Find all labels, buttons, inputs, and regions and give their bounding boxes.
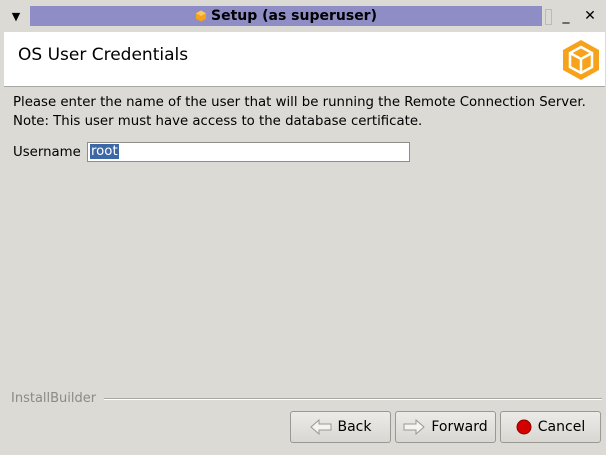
window-title: Setup (as superuser)	[210, 8, 377, 24]
installbuilder-label: InstallBuilder	[11, 391, 100, 406]
username-input[interactable]: root	[87, 142, 410, 162]
app-icon	[195, 10, 206, 22]
page-title: OS User Credentials	[18, 45, 189, 65]
instruction-note: Note: This user must have access to the …	[13, 114, 423, 129]
desktop-edge	[606, 0, 612, 455]
restore-icon[interactable]	[545, 9, 552, 25]
footer-divider-highlight	[104, 399, 602, 400]
username-value: root	[90, 144, 119, 159]
username-label: Username	[13, 145, 81, 160]
back-arrow-icon	[309, 419, 331, 435]
title-bar: ▼ Setup (as superuser) _ ✕	[0, 0, 606, 32]
minimize-icon[interactable]: _	[556, 6, 576, 26]
stop-icon	[516, 419, 532, 435]
setup-window: ▼ Setup (as superuser) _ ✕ OS User Crede…	[0, 0, 606, 455]
window-menu-icon[interactable]: ▼	[5, 6, 27, 26]
title-bar-center[interactable]: Setup (as superuser)	[30, 6, 542, 26]
installbuilder-logo-icon	[563, 40, 599, 80]
cancel-button-label: Cancel	[537, 419, 586, 435]
instructions-text: Please enter the name of the user that w…	[13, 93, 603, 131]
page-header: OS User Credentials	[4, 32, 605, 87]
back-button[interactable]: Back	[290, 411, 391, 443]
forward-button[interactable]: Forward	[395, 411, 496, 443]
cancel-button[interactable]: Cancel	[500, 411, 601, 443]
back-button-label: Back	[337, 419, 372, 435]
forward-button-label: Forward	[431, 419, 488, 435]
forward-arrow-icon	[403, 419, 426, 435]
close-icon[interactable]: ✕	[580, 6, 600, 26]
instruction-line: Please enter the name of the user that w…	[13, 95, 586, 110]
